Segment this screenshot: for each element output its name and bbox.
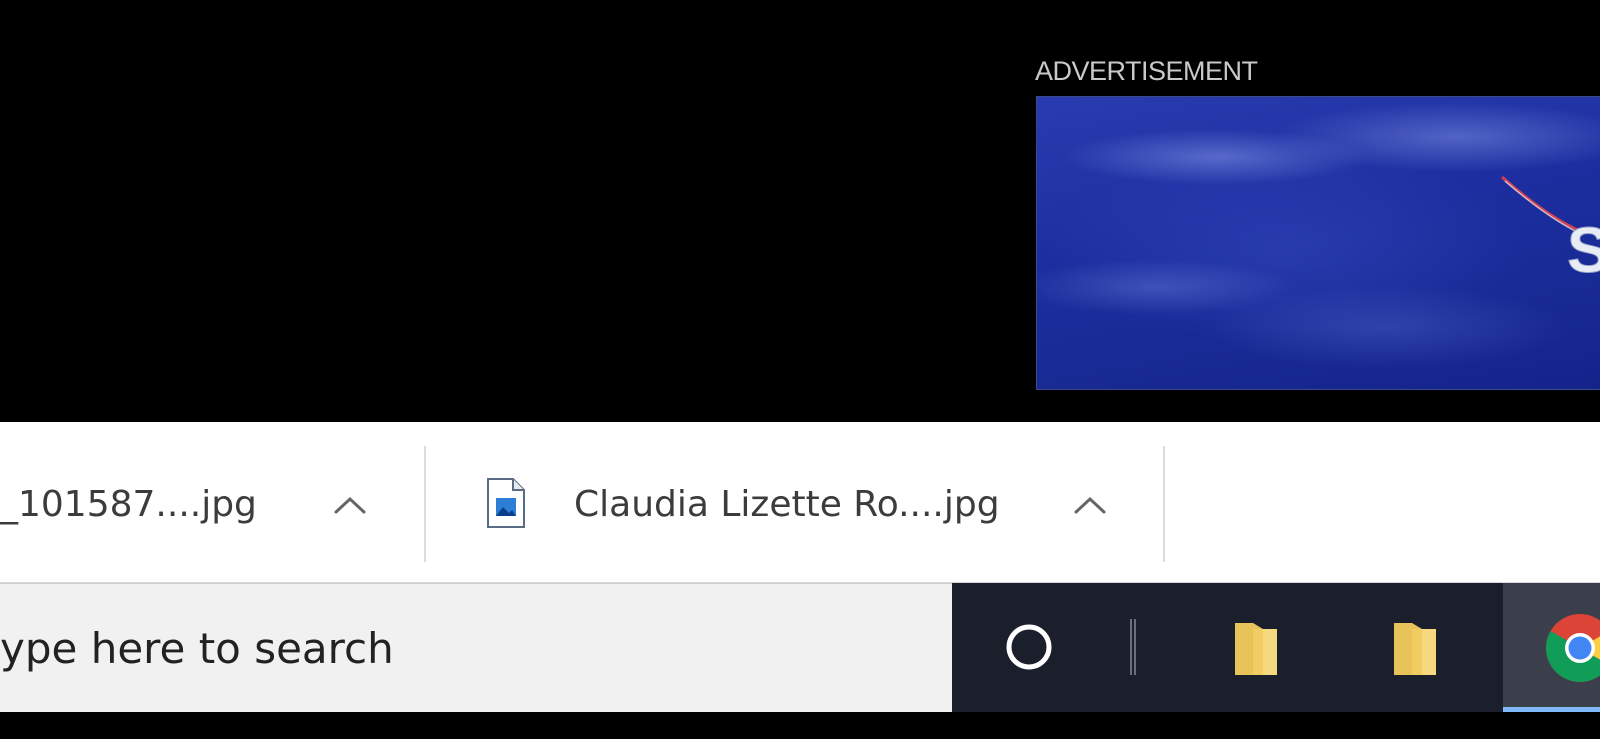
- download-item[interactable]: Claudia Lizette Ro....jpg: [426, 422, 1164, 582]
- ad-logo-swoosh-icon: S: [1501, 175, 1600, 287]
- chrome-taskbar-button[interactable]: [1503, 583, 1600, 712]
- screen-bottom-edge: [0, 712, 1600, 739]
- taskbar-search-box[interactable]: ype here to search: [0, 583, 952, 712]
- chevron-up-icon[interactable]: [1068, 490, 1112, 520]
- download-shelf: _101587....jpg Claudia Lizette Ro....jpg: [0, 422, 1600, 583]
- file-explorer-icon[interactable]: [1392, 619, 1440, 679]
- taskbar: ype here to search: [0, 583, 1600, 712]
- file-explorer-icon[interactable]: [1233, 619, 1281, 679]
- download-filename: Claudia Lizette Ro....jpg: [574, 484, 1000, 525]
- search-placeholder: ype here to search: [0, 624, 394, 673]
- download-filename: _101587....jpg: [0, 484, 257, 525]
- cortana-circle-icon[interactable]: [1003, 621, 1055, 673]
- task-view-divider: [1130, 619, 1136, 675]
- advertisement-label: ADVERTISEMENT: [1035, 56, 1258, 86]
- advertisement-banner[interactable]: S: [1036, 96, 1600, 390]
- download-divider: [1163, 446, 1165, 562]
- download-item[interactable]: _101587....jpg: [0, 422, 425, 582]
- svg-text:S: S: [1567, 214, 1600, 286]
- screen: ADVERTISEMENT S _101587....jpg Cla: [0, 0, 1600, 739]
- chrome-icon: [1546, 614, 1600, 682]
- web-page-content: ADVERTISEMENT S: [0, 0, 1600, 422]
- image-file-icon: [487, 478, 525, 528]
- chevron-up-icon[interactable]: [328, 490, 372, 520]
